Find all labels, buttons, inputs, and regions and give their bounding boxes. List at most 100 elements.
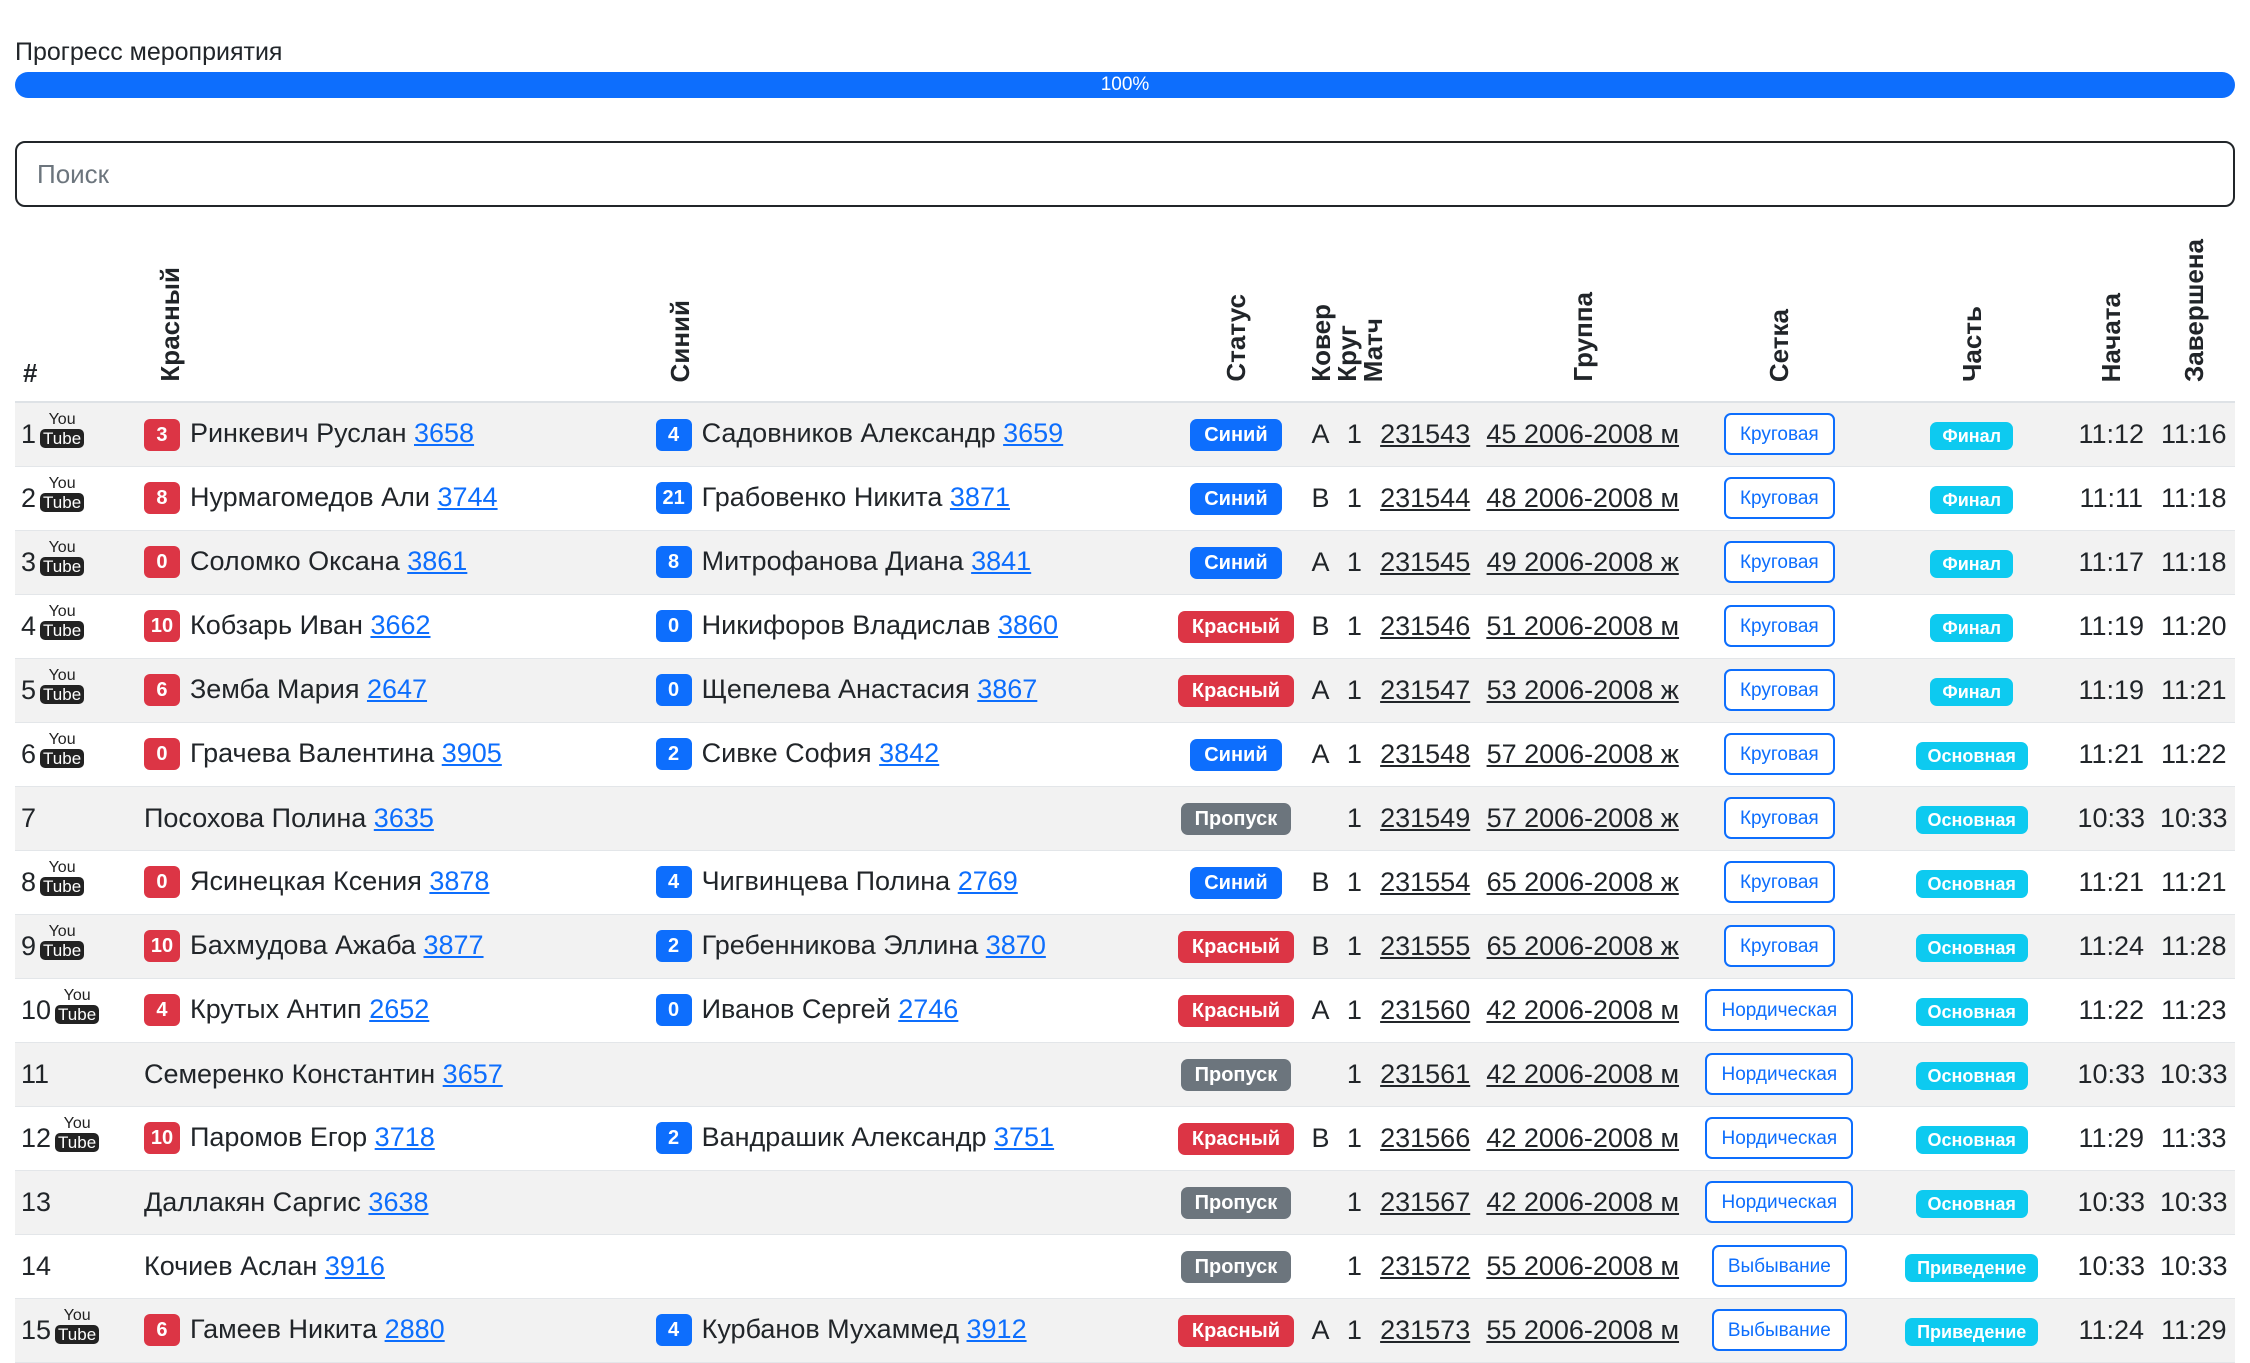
col-red[interactable]: Красный — [143, 213, 656, 403]
grid-button[interactable]: Нордическая — [1705, 989, 1854, 1031]
group-link[interactable]: 42 2006-2008 м — [1486, 995, 1679, 1025]
grid-button[interactable]: Круговая — [1723, 477, 1835, 519]
group-link[interactable]: 57 2006-2008 ж — [1487, 803, 1679, 833]
youtube-icon[interactable]: You Tube — [55, 1308, 100, 1344]
blue-athlete-link[interactable]: 3867 — [977, 674, 1037, 704]
group-link[interactable]: 55 2006-2008 м — [1486, 1315, 1679, 1345]
grid-button[interactable]: Круговая — [1723, 605, 1835, 647]
blue-athlete-link[interactable]: 3751 — [994, 1122, 1054, 1152]
col-status[interactable]: Статус — [1169, 213, 1303, 403]
youtube-icon[interactable]: You Tube — [40, 860, 85, 896]
grid-button[interactable]: Нордическая — [1705, 1053, 1854, 1095]
youtube-icon[interactable]: You Tube — [40, 924, 85, 960]
red-athlete-link[interactable]: 3657 — [443, 1059, 503, 1089]
col-num[interactable]: # — [15, 213, 144, 403]
group-link[interactable]: 53 2006-2008 ж — [1487, 675, 1679, 705]
col-start[interactable]: Начата — [2070, 213, 2153, 403]
blue-athlete-link[interactable]: 2769 — [958, 866, 1018, 896]
group-link[interactable]: 65 2006-2008 ж — [1487, 931, 1679, 961]
youtube-icon[interactable]: You Tube — [40, 476, 85, 512]
match-link[interactable]: 231560 — [1380, 995, 1470, 1025]
red-athlete-link[interactable]: 3744 — [438, 482, 498, 512]
blue-athlete-link[interactable]: 3871 — [950, 482, 1010, 512]
part-cell: Финал — [1873, 594, 2070, 658]
group-link[interactable]: 42 2006-2008 м — [1486, 1059, 1679, 1089]
match-link[interactable]: 231546 — [1380, 611, 1470, 641]
col-part[interactable]: Часть — [1873, 213, 2071, 403]
group-link[interactable]: 45 2006-2008 м — [1486, 419, 1679, 449]
youtube-icon[interactable]: You Tube — [40, 732, 85, 768]
match-link[interactable]: 231561 — [1380, 1059, 1470, 1089]
group-link[interactable]: 51 2006-2008 м — [1486, 611, 1679, 641]
match-link[interactable]: 231573 — [1380, 1315, 1470, 1345]
red-athlete-link[interactable]: 3861 — [407, 546, 467, 576]
col-end[interactable]: Завершена — [2152, 213, 2235, 403]
group-link[interactable]: 49 2006-2008 ж — [1487, 547, 1679, 577]
blue-athlete-link[interactable]: 3870 — [986, 930, 1046, 960]
match-link[interactable]: 231547 — [1380, 675, 1470, 705]
red-athlete-link[interactable]: 3916 — [325, 1251, 385, 1281]
red-athlete-link[interactable]: 3638 — [368, 1187, 428, 1217]
youtube-icon[interactable]: You Tube — [40, 668, 85, 704]
grid-button[interactable]: Круговая — [1723, 541, 1835, 583]
grid-button[interactable]: Круговая — [1723, 925, 1835, 967]
blue-athlete-link[interactable]: 3841 — [971, 546, 1031, 576]
red-athlete-link[interactable]: 3662 — [370, 610, 430, 640]
red-athlete-link[interactable]: 3905 — [442, 738, 502, 768]
red-athlete-link[interactable]: 3658 — [414, 418, 474, 448]
blue-athlete-link[interactable]: 3659 — [1003, 418, 1063, 448]
match-link[interactable]: 231548 — [1380, 739, 1470, 769]
youtube-icon[interactable]: You Tube — [40, 540, 85, 576]
blue-athlete-link[interactable]: 3912 — [967, 1314, 1027, 1344]
col-match[interactable]: Матч — [1357, 318, 1389, 382]
match-link[interactable]: 231544 — [1380, 483, 1470, 513]
match-link[interactable]: 231549 — [1380, 803, 1470, 833]
search-input[interactable] — [15, 141, 2235, 207]
group-link[interactable]: 42 2006-2008 м — [1486, 1123, 1679, 1153]
col-blue[interactable]: Синий — [655, 213, 1170, 403]
blue-athlete-link[interactable]: 2746 — [898, 994, 958, 1024]
grid-button[interactable]: Круговая — [1723, 797, 1835, 839]
group-link[interactable]: 55 2006-2008 м — [1486, 1251, 1679, 1281]
col-grid[interactable]: Сетка — [1685, 213, 1874, 403]
grid-button[interactable]: Круговая — [1723, 733, 1835, 775]
match-link[interactable]: 231555 — [1380, 931, 1470, 961]
youtube-icon[interactable]: You Tube — [55, 1116, 100, 1152]
group-link[interactable]: 57 2006-2008 ж — [1487, 739, 1679, 769]
red-athlete-link[interactable]: 3635 — [374, 803, 434, 833]
grid-button[interactable]: Круговая — [1723, 861, 1835, 903]
group-link[interactable]: 65 2006-2008 ж — [1487, 867, 1679, 897]
grid-button[interactable]: Выбывание — [1711, 1245, 1847, 1287]
group-link[interactable]: 48 2006-2008 м — [1486, 483, 1679, 513]
grid-button[interactable]: Выбывание — [1711, 1309, 1847, 1351]
red-athlete-link[interactable]: 3878 — [429, 866, 489, 896]
red-athlete-link[interactable]: 2880 — [385, 1314, 445, 1344]
col-group[interactable]: Группа — [1480, 213, 1686, 403]
match-link[interactable]: 231554 — [1380, 867, 1470, 897]
match-link[interactable]: 231543 — [1380, 419, 1470, 449]
red-athlete-link[interactable]: 3877 — [423, 930, 483, 960]
youtube-icon[interactable]: You Tube — [55, 988, 100, 1024]
mat-cell: B — [1311, 866, 1330, 897]
red-athlete-name: Кобзарь Иван — [189, 609, 363, 640]
row-number: 7 — [21, 802, 37, 833]
match-link[interactable]: 231545 — [1380, 547, 1470, 577]
mat-cell — [1303, 1170, 1339, 1234]
match-link[interactable]: 231566 — [1380, 1123, 1470, 1153]
youtube-icon[interactable]: You Tube — [40, 604, 85, 640]
grid-button[interactable]: Нордическая — [1705, 1117, 1854, 1159]
blue-athlete-link[interactable]: 3860 — [998, 610, 1058, 640]
blue-athlete-link[interactable]: 3842 — [879, 738, 939, 768]
grid-button[interactable]: Нордическая — [1705, 1181, 1854, 1223]
red-athlete-link[interactable]: 2652 — [369, 994, 429, 1024]
red-athlete-link[interactable]: 3718 — [375, 1122, 435, 1152]
red-score-badge: 4 — [143, 994, 180, 1027]
grid-button[interactable]: Круговая — [1723, 413, 1835, 456]
group-link[interactable]: 42 2006-2008 м — [1486, 1187, 1679, 1217]
match-link[interactable]: 231567 — [1380, 1187, 1470, 1217]
match-link[interactable]: 231572 — [1380, 1251, 1470, 1281]
red-athlete-link[interactable]: 2647 — [367, 674, 427, 704]
grid-button[interactable]: Круговая — [1723, 669, 1835, 711]
youtube-icon[interactable]: You Tube — [40, 412, 85, 449]
blue-athlete-cell: 0 Иванов Сергей 2746 — [655, 978, 1170, 1042]
